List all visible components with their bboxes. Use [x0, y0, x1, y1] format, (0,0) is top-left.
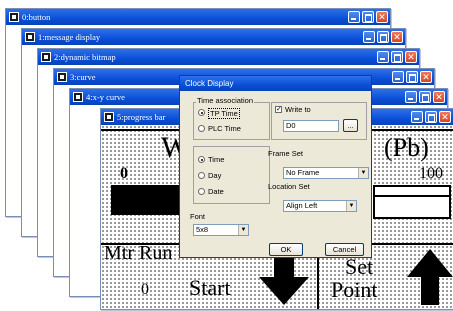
time-radio[interactable]	[198, 156, 205, 163]
time-association-label: Time association	[196, 96, 254, 105]
cancel-button[interactable]: Cancel	[325, 243, 364, 256]
maximize-icon[interactable]	[406, 71, 418, 83]
progress-bar-fill	[111, 185, 181, 215]
app-icon	[73, 92, 83, 102]
progress-bar-right	[373, 185, 451, 219]
time-format-label[interactable]: Time	[208, 155, 224, 164]
minimize-icon[interactable]	[377, 51, 389, 63]
app-icon	[57, 72, 67, 82]
app-icon	[25, 32, 35, 42]
window-title: 4:x-y curve	[86, 92, 125, 102]
arrow-up-icon[interactable]	[407, 249, 453, 305]
tp-time-radio[interactable]	[198, 109, 205, 116]
app-icon	[9, 12, 19, 22]
gauge-label-right: (Pb)	[384, 133, 429, 162]
window-title-bar[interactable]: 1:message display ✕	[22, 29, 405, 45]
arrow-down-icon[interactable]	[259, 253, 309, 305]
plc-time-label[interactable]: PLC Time	[208, 124, 241, 133]
frame-set-label: Frame Set	[268, 149, 304, 158]
window-title-bar[interactable]: 0:button ✕	[6, 9, 390, 25]
scale-max-label: 100	[419, 165, 443, 182]
font-label: Font	[190, 212, 206, 221]
app-icon	[104, 112, 114, 122]
chevron-down-icon[interactable]: ▼	[238, 225, 248, 235]
window-title: 3:curve	[70, 72, 96, 82]
plc-time-radio[interactable]	[198, 125, 205, 132]
chevron-down-icon[interactable]: ▼	[358, 168, 368, 178]
maximize-icon[interactable]	[425, 111, 437, 123]
close-icon[interactable]: ✕	[391, 31, 403, 43]
ok-button[interactable]: OK	[269, 243, 303, 256]
divider	[373, 195, 451, 197]
minimize-icon[interactable]	[411, 111, 423, 123]
dialog-title-bar[interactable]: Clock Display	[180, 76, 371, 91]
scale-min-label: 0	[120, 165, 128, 182]
font-value: 5x8	[196, 225, 209, 234]
write-to-address-field[interactable]: D0	[283, 120, 339, 132]
date-format-label[interactable]: Date	[208, 187, 224, 196]
date-radio[interactable]	[198, 188, 205, 195]
location-set-value: Align Left	[286, 201, 318, 210]
app-icon	[41, 52, 51, 62]
close-icon[interactable]: ✕	[376, 11, 388, 23]
tp-time-label[interactable]: TP Time	[208, 108, 240, 119]
write-to-label[interactable]: Write to	[285, 105, 311, 114]
start-value: 0	[141, 281, 149, 298]
progress-bar-tick	[147, 185, 148, 193]
minimize-icon[interactable]	[363, 31, 375, 43]
window-title-bar[interactable]: 2:dynamic bitmap ✕	[38, 49, 419, 65]
write-to-checkbox[interactable]: ✓	[275, 106, 282, 113]
clock-display-dialog[interactable]: Clock Display Time association TP Time P…	[179, 75, 372, 258]
close-icon[interactable]: ✕	[433, 91, 445, 103]
close-icon[interactable]: ✕	[439, 111, 451, 123]
maximize-icon[interactable]	[362, 11, 374, 23]
frame-set-select[interactable]: No Frame ▼	[283, 167, 369, 179]
mtr-run-label: Mtr Run	[104, 242, 173, 264]
window-title: 2:dynamic bitmap	[54, 52, 116, 62]
window-title: 1:message display	[38, 32, 101, 42]
minimize-icon[interactable]	[392, 71, 404, 83]
close-icon[interactable]: ✕	[420, 71, 432, 83]
day-format-label[interactable]: Day	[208, 171, 221, 180]
maximize-icon[interactable]	[419, 91, 431, 103]
frame-set-value: No Frame	[286, 168, 320, 177]
window-title: 5:progress bar	[117, 112, 166, 122]
window-title: 0:button	[22, 12, 51, 22]
location-set-select[interactable]: Align Left ▼	[283, 200, 357, 212]
start-label: Start	[189, 275, 231, 300]
point-label: Point	[331, 277, 378, 302]
minimize-icon[interactable]	[348, 11, 360, 23]
address-browse-button[interactable]: ...	[343, 119, 358, 132]
maximize-icon[interactable]	[377, 31, 389, 43]
day-radio[interactable]	[198, 172, 205, 179]
close-icon[interactable]: ✕	[405, 51, 417, 63]
chevron-down-icon[interactable]: ▼	[346, 201, 356, 211]
maximize-icon[interactable]	[391, 51, 403, 63]
minimize-icon[interactable]	[405, 91, 417, 103]
font-select[interactable]: 5x8 ▼	[193, 224, 249, 236]
location-set-label: Location Set	[268, 182, 310, 191]
